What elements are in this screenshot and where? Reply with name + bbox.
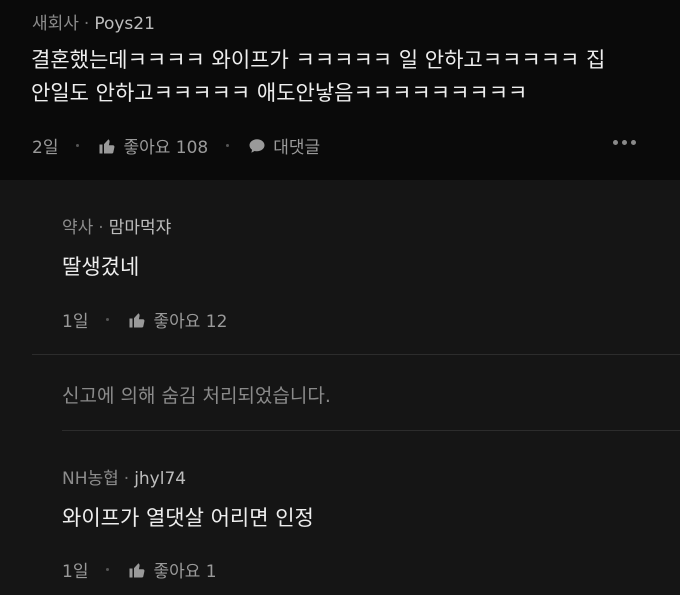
comment-time: 2일 bbox=[32, 138, 59, 158]
meta-separator: · bbox=[98, 218, 104, 238]
action-separator bbox=[76, 144, 80, 147]
speech-bubble-icon bbox=[247, 136, 267, 156]
more-horizontal-icon bbox=[613, 140, 618, 145]
divider bbox=[32, 354, 680, 355]
comment-text-line-1: 결혼했는데ㅋㅋㅋㅋ 와이프가 ㅋㅋㅋㅋㅋ 일 안하고ㅋㅋㅋㅋㅋ 집 bbox=[31, 48, 606, 72]
company-name: 약사 bbox=[62, 218, 94, 238]
like-button[interactable]: 좋아요 1 bbox=[127, 557, 217, 582]
comment-actions: 2일 좋아요 108 대댓글 bbox=[32, 133, 320, 158]
thumbs-up-icon bbox=[127, 560, 147, 580]
like-count: 좋아요 108 bbox=[123, 138, 209, 158]
reply-author-meta: 약사 · 맘마먹쟈 bbox=[62, 213, 171, 238]
thumbs-up-icon bbox=[97, 136, 117, 156]
meta-separator: · bbox=[83, 14, 90, 34]
reply-actions: 1일 좋아요 1 bbox=[62, 557, 217, 582]
thumbs-up-icon bbox=[127, 310, 147, 330]
company-name: NH농협 bbox=[62, 469, 119, 489]
reply-author-meta: NH농협 · jhyl74 bbox=[62, 464, 186, 489]
reply-text: 와이프가 열댓살 어리면 인정 bbox=[62, 506, 314, 530]
comment-author-meta: 새회사 · Poys21 bbox=[32, 9, 155, 34]
nickname[interactable]: 맘마먹쟈 bbox=[109, 218, 172, 238]
like-button[interactable]: 좋아요 12 bbox=[127, 307, 227, 332]
divider bbox=[62, 430, 680, 431]
more-options-button[interactable] bbox=[613, 140, 636, 145]
reply-time: 1일 bbox=[62, 312, 89, 332]
meta-separator: · bbox=[123, 469, 130, 489]
reply-time: 1일 bbox=[62, 562, 89, 582]
like-count: 좋아요 1 bbox=[153, 562, 217, 582]
action-separator bbox=[106, 568, 110, 571]
action-separator bbox=[226, 144, 230, 147]
like-count: 좋아요 12 bbox=[153, 312, 228, 332]
action-separator bbox=[106, 318, 110, 321]
reply-text: 딸생겼네 bbox=[62, 255, 140, 279]
reply-actions: 1일 좋아요 12 bbox=[62, 307, 227, 332]
like-button[interactable]: 좋아요 108 bbox=[97, 133, 208, 158]
nickname[interactable]: Poys21 bbox=[94, 14, 155, 34]
reply-button[interactable]: 대댓글 bbox=[247, 133, 320, 158]
company-name: 새회사 bbox=[32, 14, 79, 34]
hidden-reply-notice: 신고에 의해 숨김 처리되었습니다. bbox=[62, 385, 331, 407]
reply-label: 대댓글 bbox=[273, 138, 321, 158]
comment-text-line-2: 안일도 안하고ㅋㅋㅋㅋㅋ 애도안낳음ㅋㅋㅋㅋㅋㅋㅋㅋㅋ bbox=[31, 81, 528, 105]
nickname[interactable]: jhyl74 bbox=[134, 469, 186, 489]
